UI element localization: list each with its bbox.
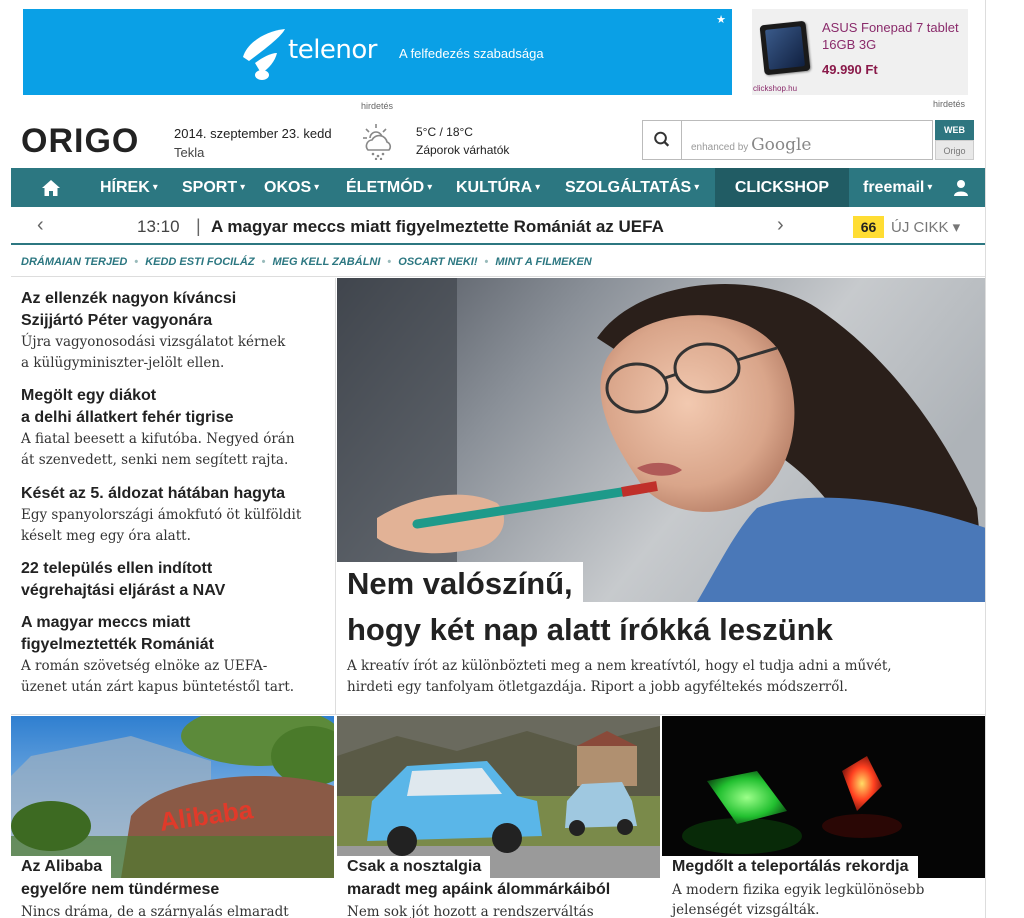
main-article-lead: A kreatív írót az különbözteti meg a nem… [347, 658, 892, 695]
list-item[interactable]: A magyar meccs miatt figyelmeztették Rom… [21, 612, 331, 698]
tag-link[interactable]: DRÁMAIAN TERJED [21, 256, 127, 268]
clickshop-ad[interactable]: ASUS Fonepad 7 tablet 16GB 3G 49.990 Ft … [752, 9, 968, 95]
tile-lead: jelenségét vizsgálták. [672, 902, 820, 918]
divider [11, 714, 986, 715]
nameday: Tekla [174, 145, 205, 160]
search-placeholder: enhanced by Google [691, 135, 812, 155]
list-item[interactable]: Megölt egy diákot a delhi állatkert fehé… [21, 385, 331, 471]
ticker-headline[interactable]: A magyar meccs miatt figyelmeztette Romá… [211, 217, 664, 237]
temperature: 5°C / 18°C [416, 125, 473, 139]
main-article-image[interactable] [337, 278, 986, 602]
site-logo[interactable]: ORIGO [21, 122, 139, 161]
telenor-brand: telenor [288, 35, 378, 65]
ticker-time: 13:10 [137, 217, 180, 236]
google-logo: Google [751, 135, 812, 155]
nav-item-clickshop[interactable]: CLICKSHOP [715, 168, 849, 207]
tile-lead: A modern fizika egyik legkülönösebb [672, 882, 925, 898]
chevron-down-icon: ▾ [152, 182, 158, 193]
chevron-down-icon: ▾ [314, 182, 320, 193]
nav-item-freemail[interactable]: freemail ▾ [863, 168, 932, 207]
main-article-title[interactable]: Nem valószínű, [337, 562, 583, 608]
nav-item-eletmod[interactable]: ÉLETMÓD ▾ [346, 168, 432, 207]
woman-with-pencil-image [337, 278, 986, 602]
list-item[interactable]: Az ellenzék nagyon kíváncsi Szijjártó Pé… [21, 288, 331, 374]
divider [11, 276, 986, 277]
main-article-title[interactable]: hogy két nap alatt írókká leszünk [347, 612, 833, 648]
tag-link[interactable]: KEDD ESTI FOCILÁZ [145, 256, 254, 268]
list-item[interactable]: Kését az 5. áldozat hátában hagyta Egy s… [21, 483, 331, 547]
search-web-button[interactable]: WEB [935, 120, 974, 140]
chevron-right-icon[interactable]: › [777, 214, 784, 237]
ticker-separator: | [196, 216, 201, 236]
home-icon[interactable] [41, 179, 61, 197]
article-tile-teleportation[interactable]: Megdőlt a teleportálás rekordja A modern… [662, 716, 985, 918]
new-articles-dropdown[interactable]: ÚJ CIKK ▾ [891, 218, 960, 236]
left-story-list: Az ellenzék nagyon kíváncsi Szijjártó Pé… [11, 278, 336, 714]
divider [985, 0, 986, 918]
search-origo-button[interactable]: Origo [935, 140, 974, 160]
tile-title[interactable]: maradt meg apáink álommárkáiból [347, 881, 610, 899]
trabant-cars-image [337, 716, 660, 878]
trending-tags: DRÁMAIAN TERJED • KEDD ESTI FOCILÁZ • MEG KE… [21, 256, 592, 268]
glowing-crystals-image [662, 716, 985, 878]
news-ticker: ‹ 13:10 | A magyar meccs miatt figyelmez… [11, 208, 986, 245]
tile-title[interactable]: Az Alibaba [11, 856, 112, 880]
tile-title[interactable]: egyelőre nem tündérmese [21, 881, 219, 899]
chevron-down-icon: ▾ [427, 182, 433, 193]
chevron-down-icon: ▾ [694, 182, 700, 193]
current-date: 2014. szeptember 23. kedd [174, 126, 332, 141]
article-tile-trabant[interactable]: Csak a nosztalgia maradt meg apáink álom… [337, 716, 660, 918]
chevron-left-icon[interactable]: ‹ [37, 214, 44, 237]
ad-shop-name: clickshop.hu [753, 84, 798, 93]
ad-info-icon[interactable]: ★ [716, 13, 726, 26]
list-item[interactable]: 22 település ellen indított végrehajtási… [21, 558, 331, 602]
cloud-rain-sun-icon [363, 124, 392, 160]
tag-link[interactable]: MINT A FILMEKEN [495, 256, 591, 268]
main-navigation: HÍREK ▾ SPORT ▾ OKOS ▾ ÉLETMÓD ▾ KULTÚRA ▾ SZ… [11, 168, 986, 207]
ad-product-price: 49.990 Ft [822, 62, 878, 77]
tile-lead: Nincs dráma, de a szárnyalás elmaradt [21, 904, 289, 918]
new-article-count-badge[interactable]: 66 [853, 216, 884, 238]
tile-title[interactable]: Csak a nosztalgia [337, 856, 491, 880]
ad-label: hirdetés [361, 101, 394, 111]
nav-item-hirek[interactable]: HÍREK ▾ [100, 168, 158, 207]
nav-item-kultura[interactable]: KULTÚRA ▾ [456, 168, 540, 207]
nav-item-sport[interactable]: SPORT ▾ [182, 168, 245, 207]
user-icon[interactable] [953, 179, 969, 196]
tile-title[interactable]: Megdőlt a teleportálás rekordja [662, 856, 918, 880]
telenor-slogan: A felfedezés szabadsága [399, 46, 544, 61]
chevron-down-icon: ▾ [240, 182, 246, 193]
nav-item-okos[interactable]: OKOS ▾ [264, 168, 319, 207]
search-input[interactable]: enhanced by Google [642, 120, 933, 160]
tag-link[interactable]: OSCART NEKI! [398, 256, 477, 268]
search-icon[interactable] [643, 121, 682, 159]
telenor-ad-banner[interactable]: telenor A felfedezés szabadsága ★ [23, 9, 732, 95]
ad-product-name[interactable]: ASUS Fonepad 7 tablet 16GB 3G [822, 19, 962, 53]
chevron-down-icon: ▾ [927, 182, 933, 193]
tag-link[interactable]: MEG KELL ZABÁLNI [272, 256, 380, 268]
alibaba-sign-image: Alibaba [11, 716, 334, 878]
chevron-down-icon: ▾ [535, 182, 541, 193]
tile-lead: Nem sok jót hozott a rendszerváltás [347, 904, 594, 918]
nav-item-szolgaltatas[interactable]: SZOLGÁLTATÁS ▾ [565, 168, 699, 207]
article-tile-alibaba[interactable]: Alibaba Az Alibaba egyelőre nem tündérme… [11, 716, 334, 918]
weather-forecast: Záporok várhatók [416, 143, 510, 157]
tablet-image [759, 20, 811, 76]
ad-label: hirdetés [933, 99, 966, 109]
